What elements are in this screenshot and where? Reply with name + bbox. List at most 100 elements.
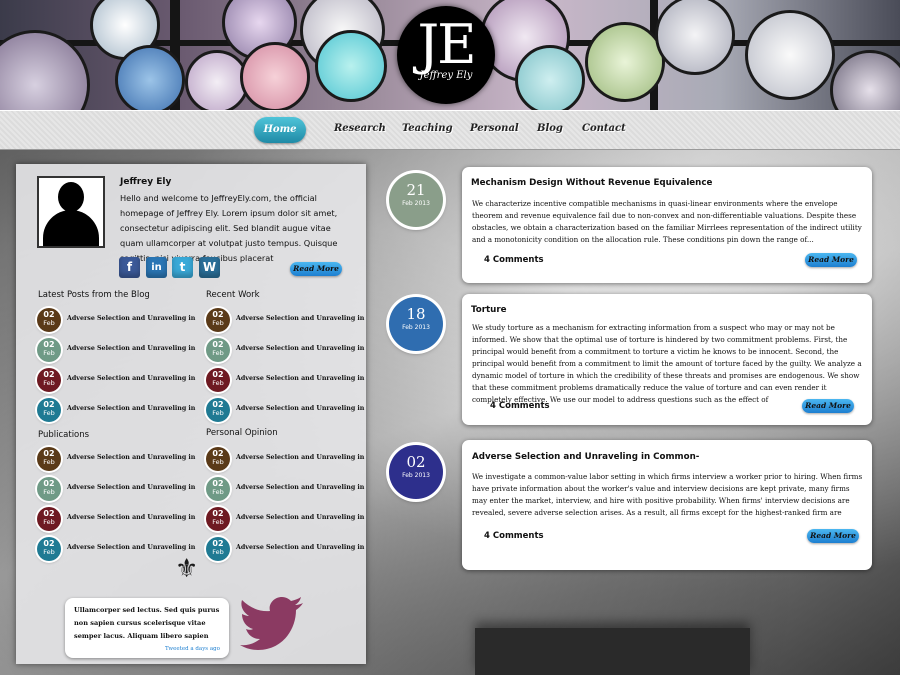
list-item[interactable]: 02 Feb Adverse Selection and Unraveling in [37, 368, 207, 393]
list-item[interactable]: 02 Feb Adverse Selection and Unraveling in [206, 477, 376, 502]
list-item[interactable]: 02 Feb Adverse Selection and Unraveling in [37, 477, 207, 502]
date-badge: 02 Feb [37, 308, 61, 332]
post-title[interactable]: Mechanism Design Without Revenue Equival… [471, 178, 712, 188]
post-date-badge: 18 Feb 2013 [389, 297, 443, 351]
post-date-day: 21 [406, 181, 426, 199]
glass-roundel [830, 50, 900, 112]
nav-research[interactable]: Research [334, 123, 386, 134]
date-badge: 02 Feb [37, 447, 61, 471]
post-title[interactable]: Adverse Selection and Unraveling in Comm… [472, 452, 699, 462]
date-badge-month: Feb [43, 319, 55, 327]
list-item[interactable]: 02 Feb Adverse Selection and Unraveling in [206, 368, 376, 393]
date-badge-day: 02 [43, 340, 55, 349]
date-badge: 02 Feb [37, 338, 61, 362]
list-item[interactable]: 02 Feb Adverse Selection and Unraveling in [206, 338, 376, 363]
date-badge: 02 Feb [37, 507, 61, 531]
date-badge-day: 02 [212, 479, 224, 488]
date-badge: 02 Feb [206, 308, 230, 332]
post-title[interactable]: Torture [471, 305, 507, 315]
section-title-recent-work: Recent Work [206, 290, 260, 300]
date-badge-month: Feb [212, 518, 224, 526]
publications-list: 02 Feb Adverse Selection and Unraveling in… [37, 447, 207, 567]
main-nav: Home Research Teaching Personal Blog Con… [0, 110, 900, 150]
date-badge-day: 02 [43, 310, 55, 319]
nav-personal[interactable]: Personal [470, 123, 519, 134]
list-item-title: Adverse Selection and Unraveling in [67, 345, 196, 352]
wordpress-icon[interactable]: W [199, 257, 220, 278]
post-date-day: 18 [406, 305, 426, 323]
post-card: Mechanism Design Without Revenue Equival… [462, 167, 872, 283]
list-item[interactable]: 02 Feb Adverse Selection and Unraveling in [37, 447, 207, 472]
date-badge-day: 02 [43, 449, 55, 458]
post-comments-link[interactable]: 4 Comments [490, 401, 550, 411]
avatar-silhouette [43, 210, 99, 246]
list-item[interactable]: 02 Feb Adverse Selection and Unraveling in [37, 398, 207, 423]
list-item-title: Adverse Selection and Unraveling in [67, 514, 196, 521]
list-item[interactable]: 02 Feb Adverse Selection and Unraveling in [206, 537, 376, 562]
twitter-icon[interactable]: t [172, 257, 193, 278]
list-item-title: Adverse Selection and Unraveling in [67, 484, 196, 491]
date-badge-month: Feb [212, 548, 224, 556]
list-item[interactable]: 02 Feb Adverse Selection and Unraveling in [206, 308, 376, 333]
avatar-silhouette [58, 182, 84, 212]
list-item[interactable]: 02 Feb Adverse Selection and Unraveling in [37, 308, 207, 333]
post-comments-link[interactable]: 4 Comments [484, 531, 544, 541]
background-table [475, 628, 750, 675]
list-item-title: Adverse Selection and Unraveling in [236, 315, 365, 322]
date-badge: 02 Feb [37, 477, 61, 501]
glass-roundel [585, 22, 665, 102]
post-date-month: Feb 2013 [402, 324, 430, 331]
post-card: Torture We study torture as a mechanism … [462, 294, 872, 425]
list-item[interactable]: 02 Feb Adverse Selection and Unraveling in [206, 507, 376, 532]
profile-panel: Jeffrey Ely Hello and welcome to Jeffrey… [16, 164, 366, 664]
personal-opinion-list: 02 Feb Adverse Selection and Unraveling in… [206, 447, 376, 567]
fleur-de-lis-icon: ⚜ [175, 554, 199, 584]
twitter-bird-icon[interactable] [240, 594, 312, 654]
date-badge-month: Feb [212, 488, 224, 496]
site-logo[interactable]: JE Jeffrey Ely [397, 6, 495, 104]
list-item-title: Adverse Selection and Unraveling in [236, 484, 365, 491]
date-badge: 02 Feb [37, 368, 61, 392]
list-item[interactable]: 02 Feb Adverse Selection and Unraveling in [206, 398, 376, 423]
date-badge-day: 02 [212, 509, 224, 518]
tweet-text: Ullamcorper sed lectus. Sed quis purus n… [74, 606, 220, 640]
linkedin-icon[interactable]: in [146, 257, 167, 278]
profile-read-more-button[interactable]: Read More [290, 262, 342, 276]
logo-signature: Jeffrey Ely [419, 70, 473, 81]
date-badge: 02 Feb [206, 507, 230, 531]
date-badge: 02 Feb [206, 398, 230, 422]
date-badge-month: Feb [212, 349, 224, 357]
list-item-title: Adverse Selection and Unraveling in [67, 544, 196, 551]
date-badge: 02 Feb [206, 368, 230, 392]
post-read-more-button[interactable]: Read More [802, 399, 854, 413]
date-badge-month: Feb [43, 409, 55, 417]
list-item[interactable]: 02 Feb Adverse Selection and Unraveling in [37, 338, 207, 363]
date-badge-day: 02 [43, 479, 55, 488]
post-read-more-button[interactable]: Read More [805, 253, 857, 267]
nav-contact[interactable]: Contact [582, 123, 626, 134]
recent-work-list: 02 Feb Adverse Selection and Unraveling in… [206, 308, 376, 428]
profile-name: Jeffrey Ely [120, 177, 172, 187]
post-read-more-button[interactable]: Read More [807, 529, 859, 543]
tweet-bubble[interactable]: Ullamcorper sed lectus. Sed quis purus n… [65, 598, 229, 658]
post-date-badge: 21 Feb 2013 [389, 173, 443, 227]
section-title-latest-posts: Latest Posts from the Blog [38, 290, 150, 300]
date-badge-month: Feb [212, 319, 224, 327]
nav-blog[interactable]: Blog [537, 123, 563, 134]
glass-roundel [745, 10, 835, 100]
glass-roundel [240, 42, 310, 112]
list-item[interactable]: 02 Feb Adverse Selection and Unraveling in [37, 507, 207, 532]
latest-posts-list: 02 Feb Adverse Selection and Unraveling in… [37, 308, 207, 428]
section-title-publications: Publications [38, 430, 90, 440]
facebook-icon[interactable]: f [119, 257, 140, 278]
date-badge-month: Feb [43, 458, 55, 466]
post-comments-link[interactable]: 4 Comments [484, 255, 544, 265]
nav-home[interactable]: Home [254, 117, 306, 143]
glass-roundel [315, 30, 387, 102]
date-badge: 02 Feb [206, 338, 230, 362]
post-date-month: Feb 2013 [402, 472, 430, 479]
post-excerpt: We investigate a common-value labor sett… [472, 472, 863, 517]
list-item[interactable]: 02 Feb Adverse Selection and Unraveling in [206, 447, 376, 472]
date-badge-month: Feb [43, 488, 55, 496]
nav-teaching[interactable]: Teaching [402, 123, 453, 134]
